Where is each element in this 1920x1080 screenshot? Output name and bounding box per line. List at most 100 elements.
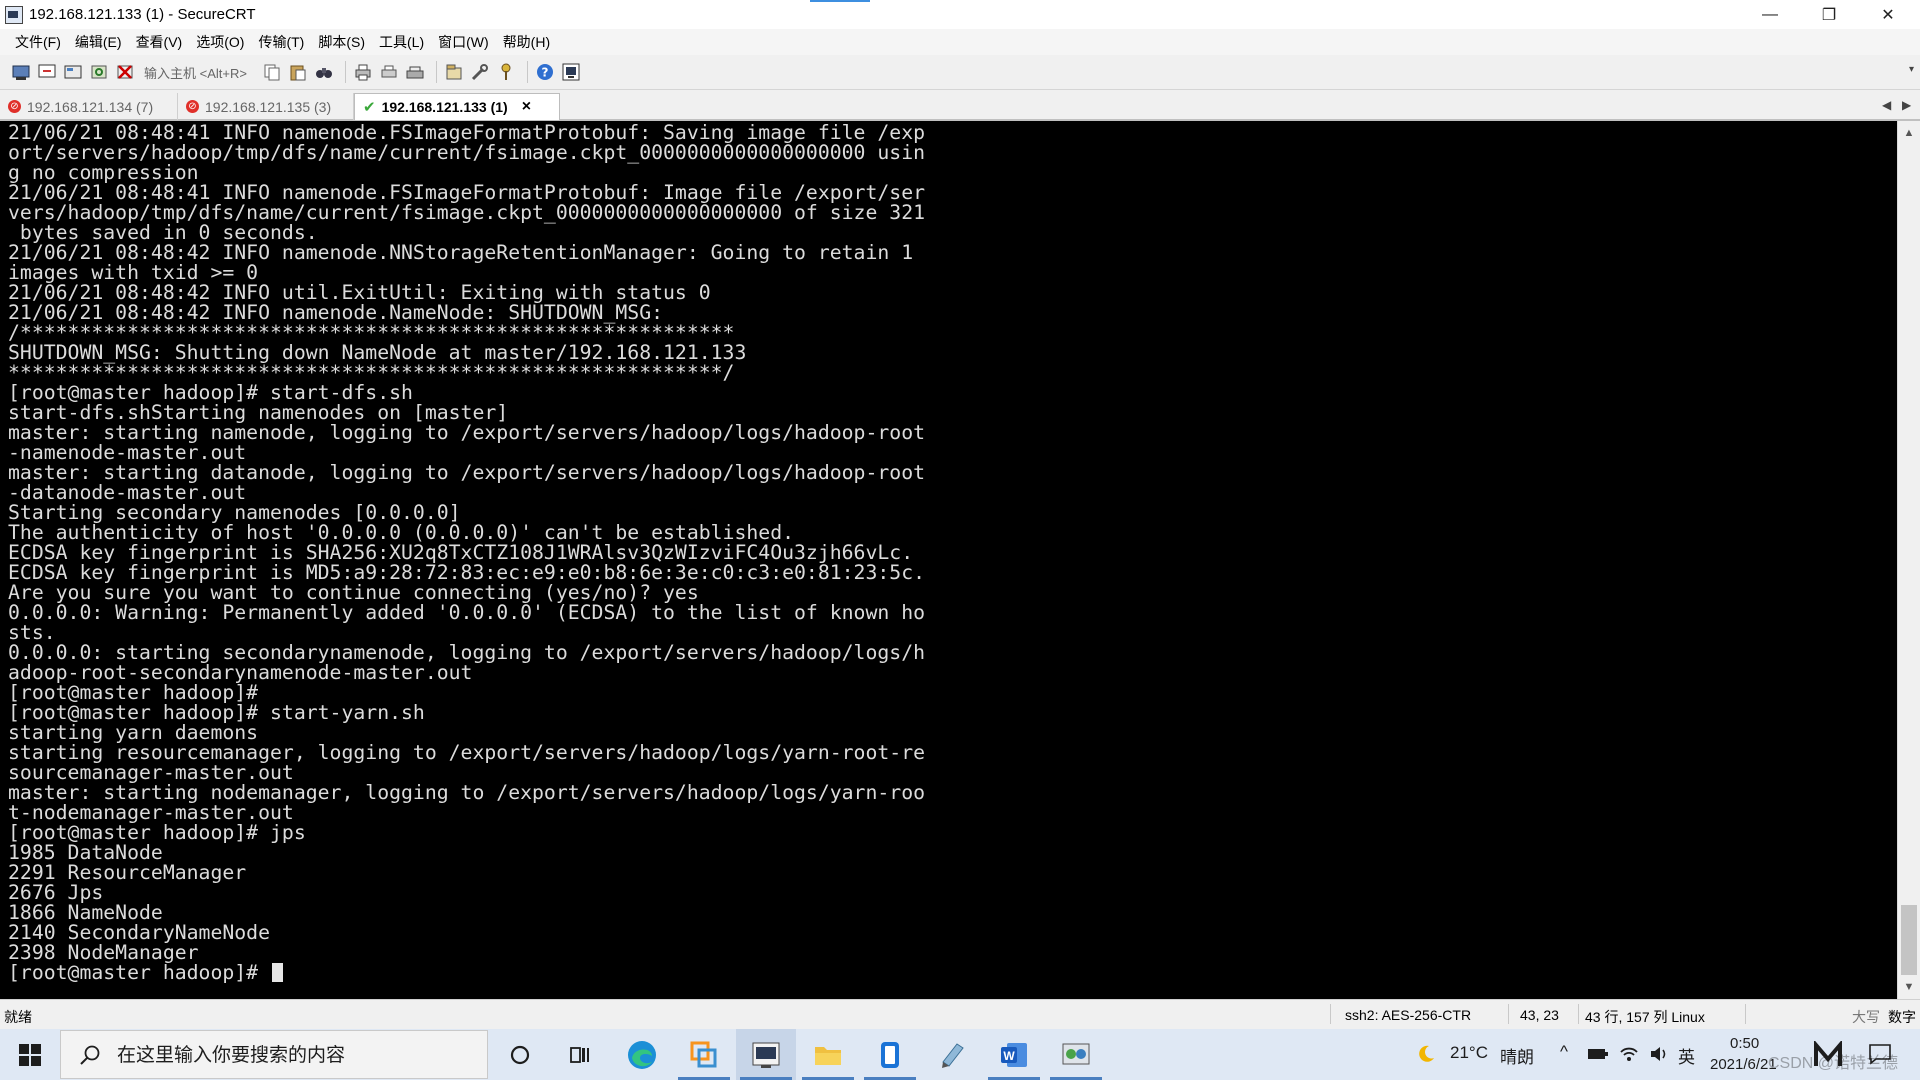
volume-icon[interactable] <box>1649 1044 1671 1064</box>
quick-connect-button[interactable] <box>36 61 58 83</box>
toolbar-overflow-icon[interactable]: ▾ <box>1909 64 1914 75</box>
menu-help[interactable]: 帮助(H) <box>496 31 557 53</box>
window-title: 192.168.121.133 (1) - SecureCRT <box>29 6 256 23</box>
global-options-button[interactable] <box>469 61 491 83</box>
print-button[interactable] <box>352 61 374 83</box>
terminal-line: master: starting nodemanager, logging to… <box>8 781 926 804</box>
terminal-scrollbar[interactable]: ▲ ▼ <box>1897 121 1920 999</box>
ime-indicator[interactable]: 英 <box>1678 1043 1695 1068</box>
cortana-button[interactable] <box>490 1029 550 1080</box>
taskbar-vmware[interactable] <box>674 1029 734 1080</box>
scrollbar-thumb[interactable] <box>1901 905 1917 975</box>
close-tab-icon[interactable]: × <box>522 98 531 116</box>
menu-view[interactable]: 查看(V) <box>129 31 190 53</box>
notification-center-icon[interactable] <box>1868 1043 1892 1065</box>
tab-session-133[interactable]: ✔ 192.168.121.133 (1) × <box>354 93 560 120</box>
svg-text:?: ? <box>541 66 548 80</box>
status-separator <box>1745 1004 1746 1024</box>
close-icon: ✕ <box>1881 6 1895 24</box>
terminal-line: ECDSA key fingerprint is SHA256:XU2q8TxC… <box>8 541 914 564</box>
terminal-output: 21/06/21 08:48:41 INFO namenode.FSImageF… <box>8 123 925 983</box>
session-options-button[interactable] <box>443 61 465 83</box>
start-button[interactable] <box>0 1029 60 1080</box>
taskbar-network-tool[interactable] <box>1046 1029 1106 1080</box>
terminal-view[interactable]: 21/06/21 08:48:41 INFO namenode.FSImageF… <box>0 121 1897 999</box>
weather-temperature[interactable]: 21°C <box>1450 1043 1488 1063</box>
connect-tab-button[interactable] <box>62 61 84 83</box>
print-setup-button[interactable] <box>378 61 400 83</box>
terminal-line: 0.0.0.0: Warning: Permanently added '0.0… <box>8 601 926 624</box>
binoculars-icon <box>315 68 332 78</box>
menu-window[interactable]: 窗口(W) <box>431 31 496 53</box>
paste-button[interactable] <box>287 61 309 83</box>
connect-button[interactable] <box>10 61 32 83</box>
reconnect-button[interactable] <box>88 61 110 83</box>
tab-scroll-right-icon[interactable]: ▶ <box>1902 98 1911 112</box>
menu-file[interactable]: 文件(F) <box>8 31 68 53</box>
terminal-line: master: starting datanode, logging to /e… <box>8 461 926 484</box>
terminal-line: 2676 Jps <box>8 881 104 904</box>
menu-script[interactable]: 脚本(S) <box>311 31 372 53</box>
menu-options[interactable]: 选项(O) <box>189 31 251 53</box>
status-cursor-position: 43, 23 <box>1520 1007 1559 1023</box>
terminal-line: start-dfs.shStarting namenodes on [maste… <box>8 401 509 424</box>
error-status-icon: ⊘ <box>186 100 199 113</box>
show-hidden-icons-icon[interactable]: ^ <box>1560 1042 1568 1062</box>
copy-icon <box>264 64 280 81</box>
find-button[interactable] <box>313 61 335 83</box>
toolbar: 输入主机 <Alt+R> ? ▾ <box>0 55 1920 90</box>
menu-tools[interactable]: 工具(L) <box>372 31 431 53</box>
terminal-line: ECDSA key fingerprint is MD5:a9:28:72:83… <box>8 561 926 584</box>
taskbar-edge[interactable] <box>612 1029 672 1080</box>
taskbar-word[interactable]: W <box>984 1029 1044 1080</box>
taskbar-notepad[interactable] <box>922 1029 982 1080</box>
tab-scroll-left-icon[interactable]: ◀ <box>1882 98 1891 112</box>
restore-icon: ❐ <box>1821 6 1837 24</box>
taskbar-search-input[interactable] <box>115 1042 449 1067</box>
wifi-icon[interactable] <box>1619 1044 1639 1064</box>
tools-icon <box>471 64 488 81</box>
windows-logo-icon <box>19 1043 41 1066</box>
weather-condition[interactable]: 晴朗 <box>1500 1043 1534 1068</box>
search-icon <box>80 1045 100 1065</box>
taskbar-securecrt[interactable] <box>736 1029 796 1080</box>
battery-icon[interactable] <box>1587 1047 1609 1061</box>
session-options-icon <box>446 64 462 80</box>
taskbar-phone-app[interactable] <box>860 1029 920 1080</box>
terminal-line: adoop-root-secondarynamenode-master.out <box>8 661 473 684</box>
toolbar-separator <box>435 61 437 83</box>
title-accent-line <box>810 0 870 2</box>
terminal-line: [root@master hadoop]# <box>8 681 259 704</box>
tab-session-135[interactable]: ⊘ 192.168.121.135 (3) <box>178 93 354 120</box>
help-button[interactable]: ? <box>534 61 556 83</box>
host-input-label[interactable]: 输入主机 <Alt+R> <box>144 63 247 82</box>
terminal-line: SHUTDOWN_MSG: Shutting down NameNode at … <box>8 341 747 364</box>
maximize-button[interactable]: ❐ <box>1800 0 1858 29</box>
keymap-button[interactable] <box>495 61 517 83</box>
clock-date[interactable]: 2021/6/21 <box>1710 1056 1777 1073</box>
notepad-icon <box>942 1042 964 1068</box>
print-icon <box>355 64 371 81</box>
clock-time[interactable]: 0:50 <box>1730 1035 1759 1052</box>
m-logo-icon <box>1814 1041 1842 1066</box>
printer-button[interactable] <box>404 61 426 83</box>
menu-edit[interactable]: 编辑(E) <box>68 31 129 53</box>
terminal-line: t-nodemanager-master.out <box>8 801 294 824</box>
copy-button[interactable] <box>261 61 283 83</box>
menu-transfer[interactable]: 传输(T) <box>251 31 311 53</box>
tab-session-134[interactable]: ⊘ 192.168.121.134 (7) <box>0 93 178 120</box>
terminal-line: [root@master hadoop]# start-yarn.sh <box>8 701 425 724</box>
taskbar-search-box[interactable] <box>60 1030 488 1079</box>
close-button[interactable]: ✕ <box>1859 0 1917 29</box>
securecrt-logo-icon <box>562 63 580 81</box>
terminal-prompt-line[interactable]: [root@master hadoop]# <box>8 963 925 983</box>
disconnect-button[interactable] <box>114 61 136 83</box>
scroll-up-icon[interactable]: ▲ <box>1898 123 1920 143</box>
securecrt-app-icon[interactable] <box>5 5 23 24</box>
task-view-button[interactable] <box>550 1029 610 1080</box>
phone-app-icon <box>881 1041 899 1068</box>
scroll-down-icon[interactable]: ▼ <box>1898 977 1920 997</box>
minimize-button[interactable]: — <box>1741 0 1799 29</box>
about-button[interactable] <box>560 61 582 83</box>
taskbar-file-explorer[interactable] <box>798 1029 858 1080</box>
